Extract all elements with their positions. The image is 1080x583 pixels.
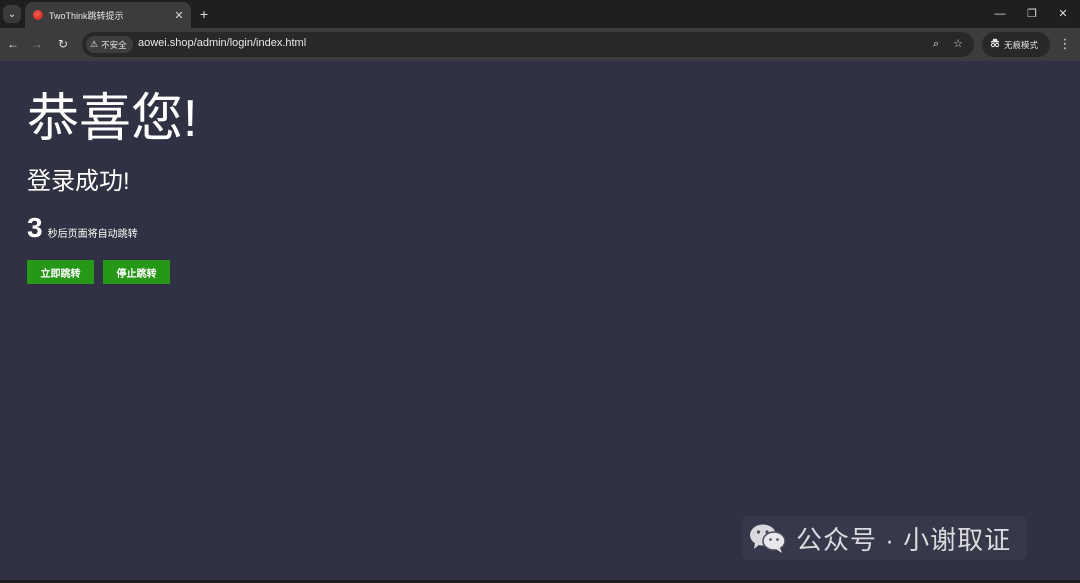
- jump-now-button[interactable]: 立即跳转: [27, 260, 94, 284]
- close-window-button[interactable]: ✕: [1048, 4, 1078, 24]
- browser-tab[interactable]: TwoThink跳转提示 ✕: [25, 2, 191, 28]
- new-tab-button[interactable]: +: [196, 5, 212, 23]
- incognito-indicator[interactable]: 无痕模式: [982, 32, 1050, 57]
- page-title: 恭喜您!: [27, 90, 198, 148]
- bookmark-star-icon[interactable]: ☆: [950, 36, 966, 53]
- reload-button[interactable]: ↻: [54, 35, 72, 53]
- back-button[interactable]: ←: [4, 35, 22, 53]
- browser-menu-button[interactable]: ⋮: [1057, 35, 1073, 53]
- chevron-down-icon: ⌄: [7, 8, 17, 20]
- restore-button[interactable]: ❐: [1017, 4, 1047, 24]
- warning-icon: ⚠: [90, 39, 99, 49]
- forward-button[interactable]: →: [28, 35, 46, 53]
- tab-search-button[interactable]: ⌄: [3, 5, 21, 23]
- tab-strip: ⌄ TwoThink跳转提示 ✕ + — ❐ ✕: [0, 0, 1080, 28]
- countdown-seconds: 3: [27, 212, 43, 243]
- watermark-text: 公众号 · 小谢取证: [796, 524, 1012, 555]
- login-success-message: 登录成功!: [27, 168, 130, 195]
- watermark: 公众号 · 小谢取证: [742, 516, 1028, 560]
- close-tab-icon[interactable]: ✕: [171, 9, 187, 22]
- incognito-icon: [990, 38, 1000, 51]
- incognito-label: 无痕模式: [1004, 39, 1039, 50]
- security-indicator[interactable]: ⚠ 不安全: [86, 36, 133, 53]
- countdown-text: 秒后页面将自动跳转: [47, 229, 138, 240]
- stop-jump-button[interactable]: 停止跳转: [103, 260, 170, 284]
- site-favicon-icon: [33, 10, 43, 20]
- address-bar[interactable]: ⚠ 不安全 aowei.shop/admin/login/index.html …: [82, 32, 974, 57]
- tab-title: TwoThink跳转提示: [49, 10, 124, 21]
- url-text[interactable]: aowei.shop/admin/login/index.html: [138, 37, 306, 49]
- page-content: 恭喜您! 登录成功! 3 秒后页面将自动跳转 立即跳转 停止跳转 公众号 · 小…: [0, 61, 1080, 583]
- minimize-button[interactable]: —: [985, 4, 1015, 24]
- browser-toolbar: ← → ↻ ⚠ 不安全 aowei.shop/admin/login/index…: [0, 28, 1080, 61]
- zoom-icon[interactable]: ⌕: [928, 36, 944, 53]
- redirect-countdown: 3 秒后页面将自动跳转: [27, 211, 138, 245]
- security-label: 不安全: [101, 39, 127, 50]
- wechat-icon: [748, 522, 788, 554]
